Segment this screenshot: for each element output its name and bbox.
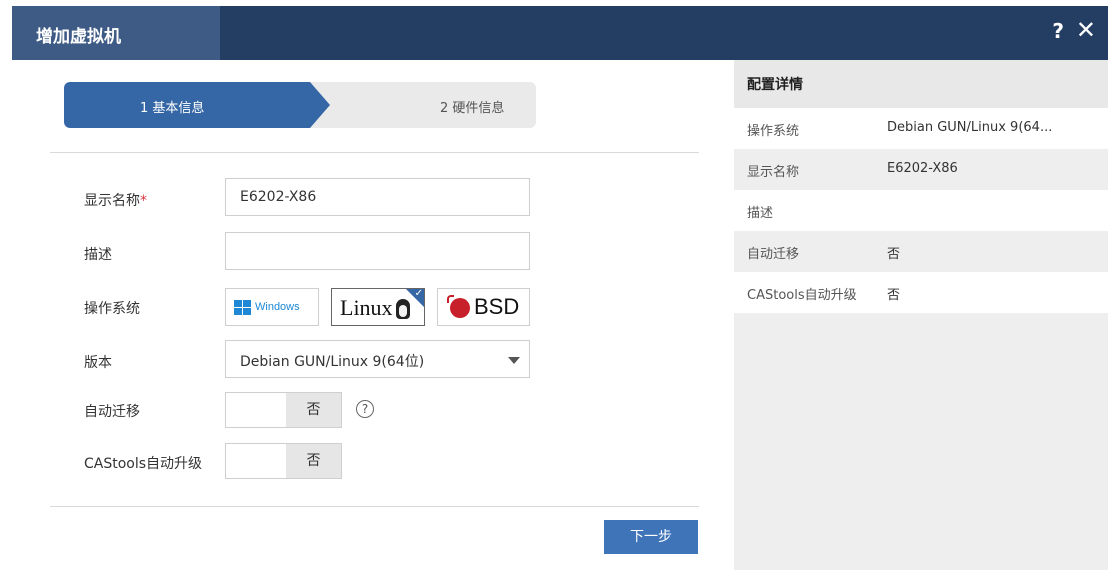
version-select[interactable]: Debian GUN/Linux 9(64位) (225, 340, 530, 378)
os-option-linux[interactable]: Linux ✓ (331, 288, 425, 326)
detail-value: Debian GUN/Linux 9(64... (887, 120, 1053, 135)
detail-row: 显示名称 E6202-X86 (734, 149, 1108, 190)
detail-row: 操作系统 Debian GUN/Linux 9(64... (734, 108, 1108, 149)
divider (50, 152, 699, 153)
display-name-label: 显示名称* (84, 190, 147, 210)
step-label: 1 基本信息 (140, 101, 205, 116)
description-label: 描述 (84, 247, 112, 263)
detail-key: 显示名称 (747, 165, 800, 180)
divider (50, 506, 699, 507)
detail-row: 自动迁移 否 (734, 231, 1108, 272)
detail-key: 操作系统 (747, 124, 800, 139)
os-label: 操作系统 (84, 301, 140, 317)
step-arrow-icon (310, 82, 330, 128)
step-basic-info[interactable]: 1 基本信息 (64, 82, 310, 128)
castools-upgrade-toggle[interactable]: 否 (225, 443, 342, 479)
toggle-value: 否 (286, 393, 341, 427)
step-label: 2 硬件信息 (440, 101, 505, 116)
detail-row: 描述 (734, 190, 1108, 231)
castools-upgrade-label: CAStools自动升级 (84, 456, 203, 472)
step-hardware-info[interactable]: 2 硬件信息 (310, 82, 536, 128)
required-mark: * (140, 193, 147, 209)
question-circle-icon[interactable]: ? (356, 400, 374, 418)
display-name-input[interactable]: E6202-X86 (225, 178, 530, 216)
os-option-bsd[interactable]: BSD (437, 288, 530, 326)
config-details-panel: 配置详情 操作系统 Debian GUN/Linux 9(64... 显示名称 … (734, 60, 1108, 570)
wizard-steps: 2 硬件信息 1 基本信息 (64, 82, 536, 128)
detail-value: E6202-X86 (887, 161, 958, 176)
add-vm-dialog: 增加虚拟机 ? ✕ 2 硬件信息 1 基本信息 显示名称* E6202-X86 … (12, 6, 1108, 570)
check-icon: ✓ (414, 288, 423, 299)
detail-value: 否 (887, 288, 901, 303)
detail-key: CAStools自动升级 (747, 288, 857, 303)
os-option-windows[interactable]: Windows (225, 288, 319, 326)
windows-label: Windows (255, 301, 300, 313)
windows-logo-icon (234, 300, 251, 315)
description-input[interactable] (225, 232, 530, 270)
dialog-title: 增加虚拟机 (36, 27, 121, 47)
detail-row: CAStools自动升级 否 (734, 272, 1108, 313)
dialog-titlebar: 增加虚拟机 ? ✕ (12, 6, 1108, 60)
detail-value: 否 (887, 247, 901, 262)
auto-migrate-toggle[interactable]: 否 (225, 392, 342, 428)
next-step-button[interactable]: 下一步 (604, 520, 698, 554)
close-icon[interactable]: ✕ (1076, 16, 1096, 44)
version-value: Debian GUN/Linux 9(64位) (240, 354, 425, 370)
display-name-label-text: 显示名称 (84, 193, 140, 209)
chevron-down-icon (508, 357, 520, 364)
help-icon[interactable]: ? (1052, 19, 1064, 43)
bsd-daemon-icon (447, 295, 470, 318)
linux-label: Linux (340, 295, 393, 320)
toggle-value: 否 (286, 444, 341, 478)
config-details-header: 配置详情 (734, 60, 1108, 108)
detail-key: 描述 (747, 206, 774, 221)
auto-migrate-label: 自动迁移 (84, 404, 140, 420)
detail-key: 自动迁移 (747, 247, 800, 262)
version-label: 版本 (84, 355, 112, 371)
config-details-title: 配置详情 (747, 77, 803, 93)
bsd-label: BSD (474, 294, 520, 319)
